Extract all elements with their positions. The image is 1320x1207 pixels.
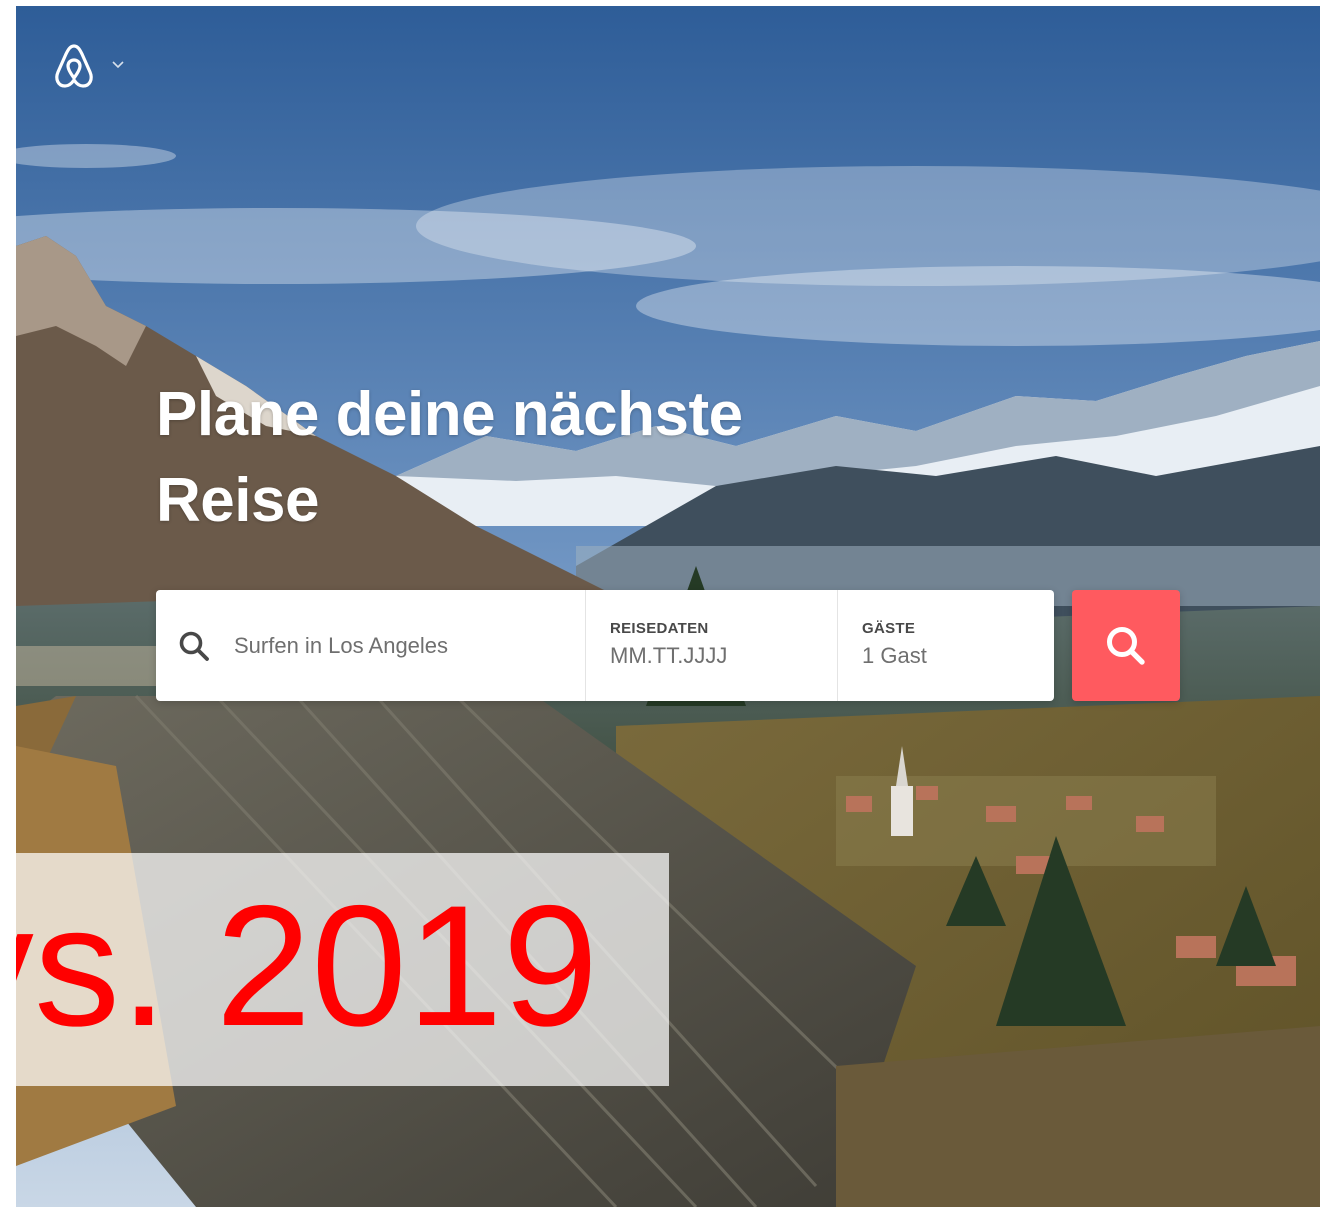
headline-line-2: Reise	[156, 466, 319, 535]
dates-field[interactable]: REISEDATEN MM.TT.JJJJ	[586, 590, 838, 701]
search-icon	[178, 630, 210, 662]
comparison-caption: vs. 2019	[16, 870, 599, 1062]
search-bar: REISEDATEN MM.TT.JJJJ GÄSTE 1 Gast	[156, 590, 1054, 701]
guests-field[interactable]: GÄSTE 1 Gast	[838, 590, 1054, 701]
hero-banner: Plane deine nächste Reise REISEDATEN MM.…	[16, 6, 1320, 1207]
headline-line-1: Plane deine nächste	[156, 380, 743, 449]
airbnb-belo-icon	[55, 44, 93, 88]
guests-label: GÄSTE	[862, 620, 916, 637]
hero-headline: Plane deine nächste Reise	[156, 372, 916, 544]
dates-label: REISEDATEN	[610, 620, 709, 637]
airbnb-logo[interactable]	[52, 42, 100, 90]
dates-value: MM.TT.JJJJ	[610, 643, 728, 668]
guests-value: 1 Gast	[862, 643, 927, 668]
chevron-down-icon[interactable]	[112, 56, 124, 74]
search-submit-button[interactable]	[1072, 590, 1180, 701]
where-input[interactable]	[232, 631, 556, 660]
where-field[interactable]	[156, 590, 586, 701]
comparison-caption-box: vs. 2019	[16, 853, 669, 1086]
search-icon	[1107, 626, 1145, 665]
